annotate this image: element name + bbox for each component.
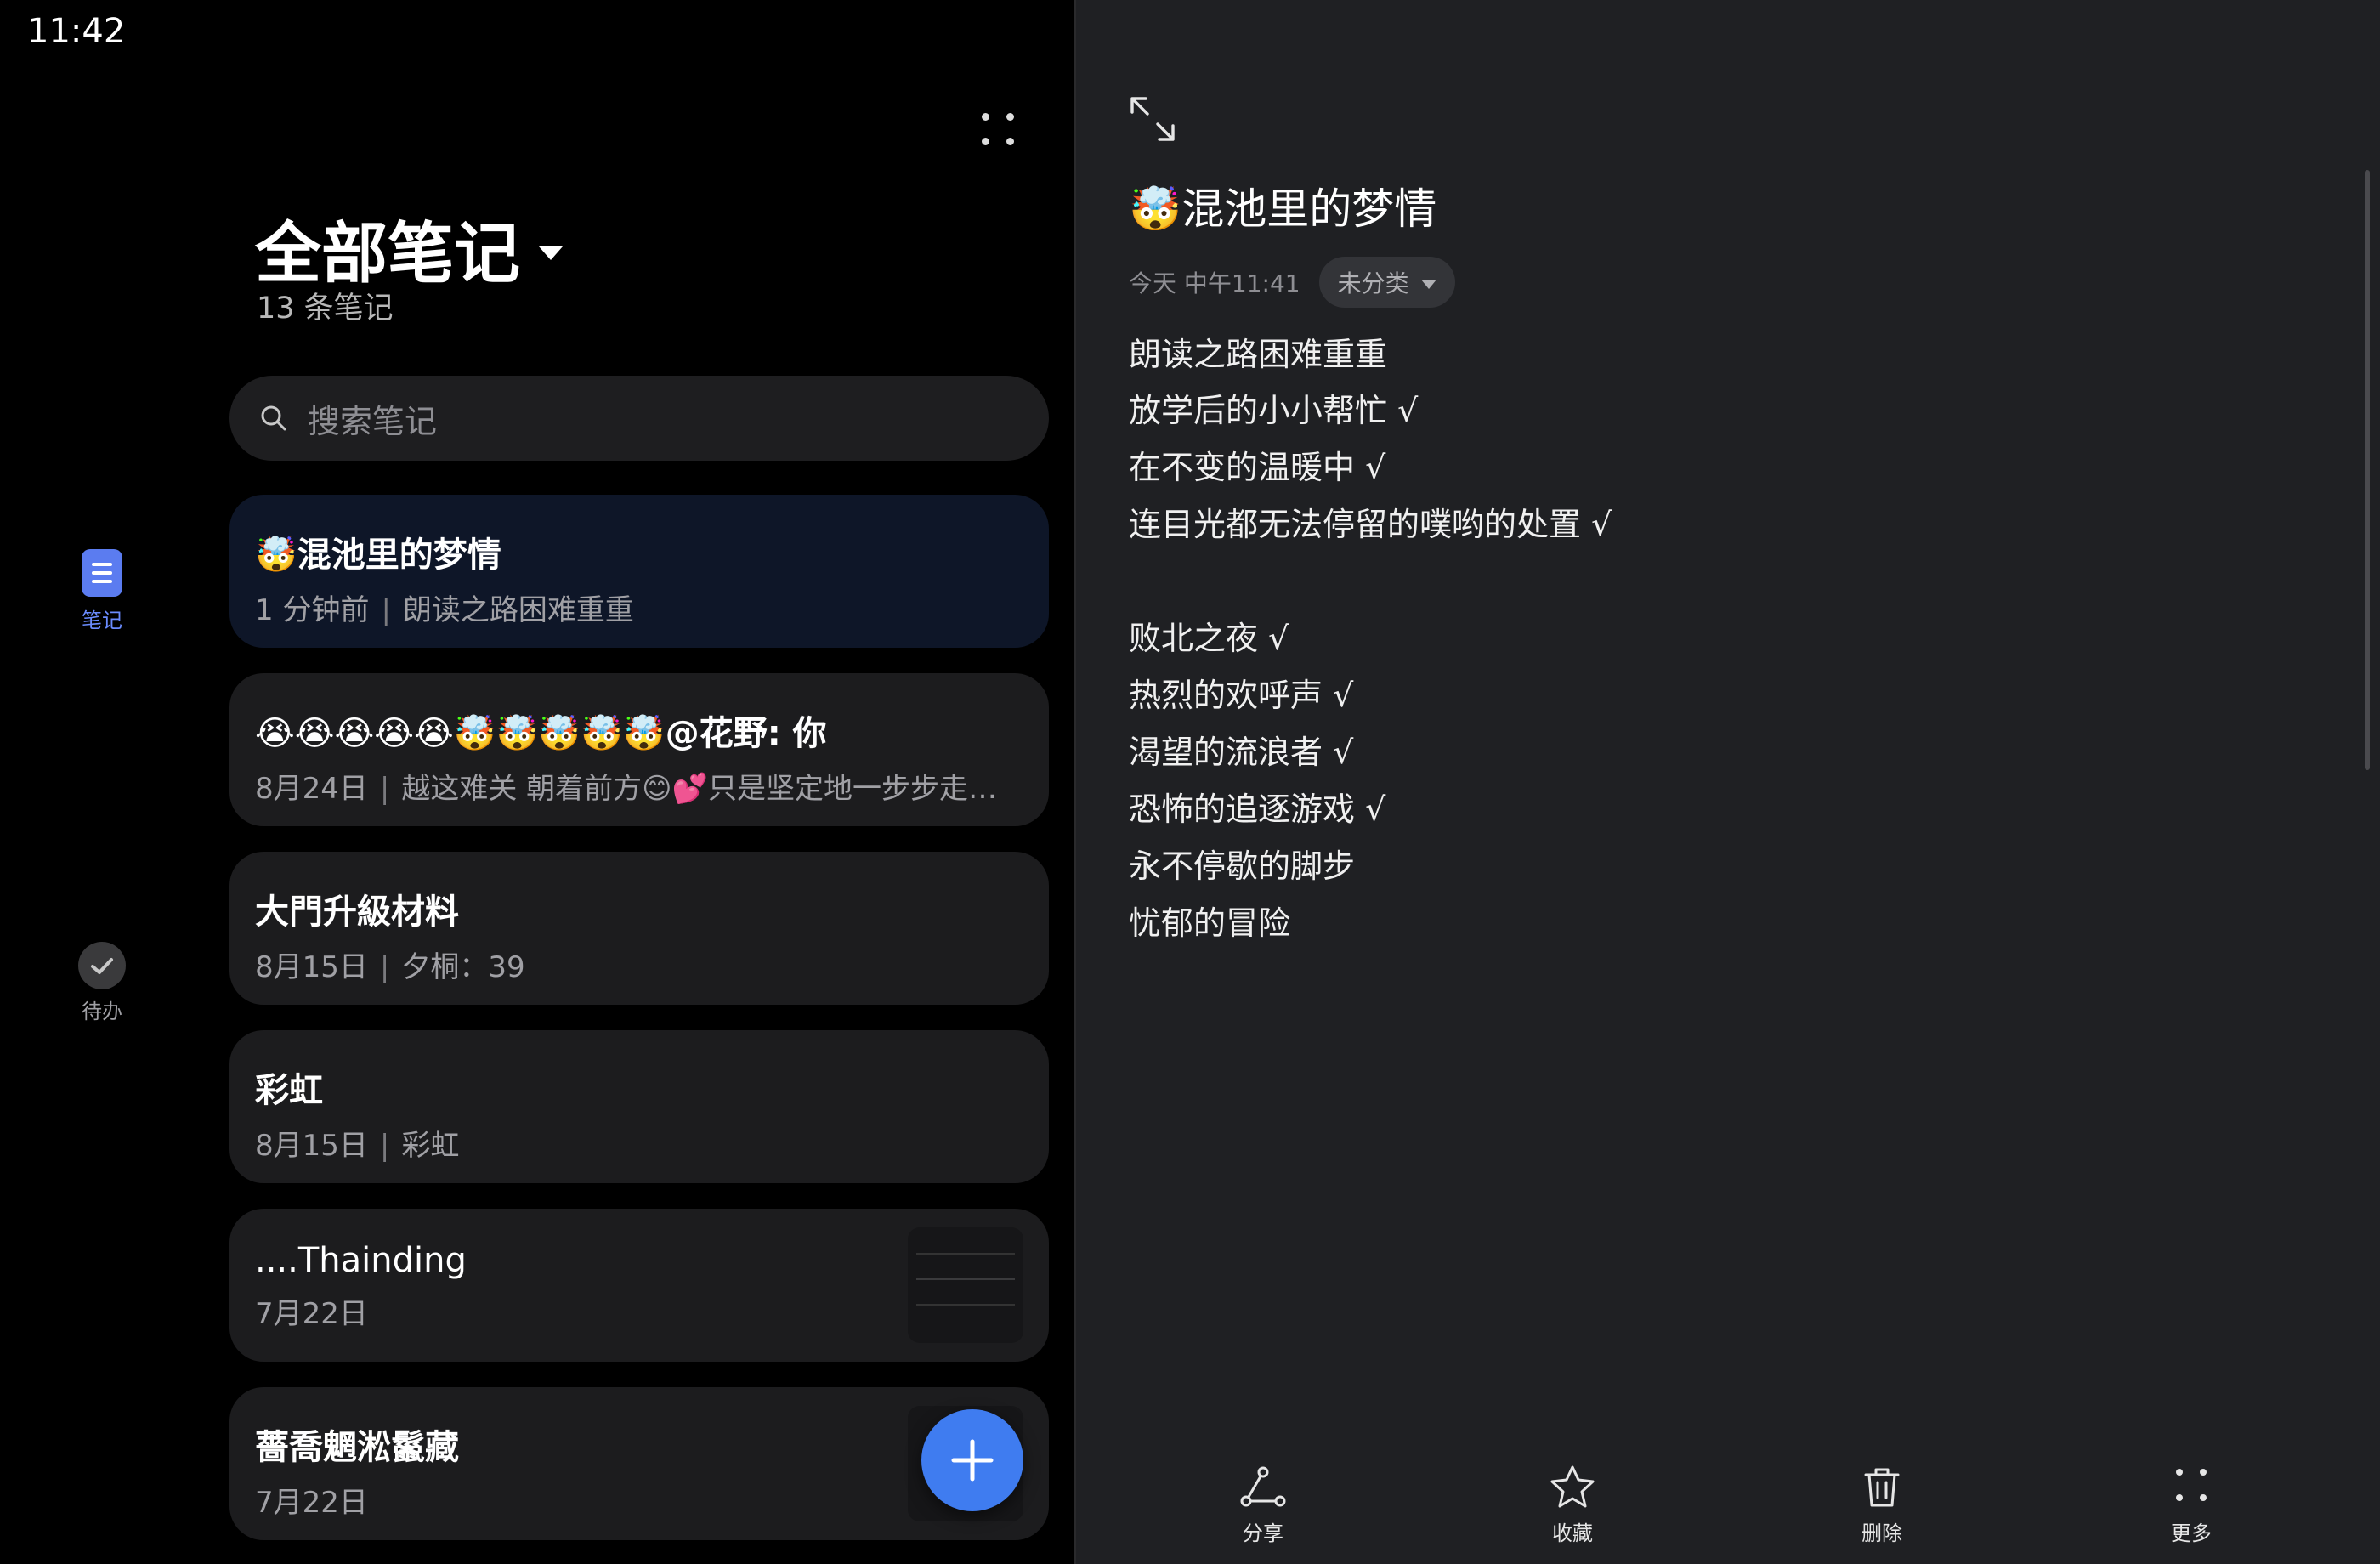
note-body-line[interactable]: 败北之夜 √ — [1129, 612, 1289, 659]
tab-notes[interactable]: 笔记 — [60, 604, 144, 633]
note-thumbnail — [908, 1227, 1023, 1343]
note-body-line[interactable]: 渴望的流浪者 √ — [1129, 726, 1353, 773]
note-title: 🤯混池里的梦情 — [255, 536, 502, 575]
note-card[interactable]: 😭😭😭😭😭🤯🤯🤯🤯🤯@花野: 你 8月24日 | 越这难关 朝着前方😊💕只是坚定地一… — [230, 673, 1049, 826]
note-body-line[interactable]: 放学后的小小帮忙 √ — [1129, 384, 1418, 431]
note-timestamp: 今天 中午11:41 — [1129, 269, 1300, 298]
category-selector[interactable]: 未分类 — [1318, 257, 1455, 308]
note-body-line[interactable]: 连目光都无法停留的噗哟的处置 √ — [1129, 498, 1612, 545]
notes-tab-icon[interactable] — [82, 549, 122, 597]
note-body-line[interactable]: 在不变的温暖中 √ — [1129, 441, 1386, 488]
tab-todo[interactable]: 待办 — [60, 994, 144, 1024]
category-label: 未分类 — [1337, 269, 1409, 298]
note-meta: 8月15日 | 彩虹 — [255, 1129, 460, 1163]
note-title: 大門升級材料 — [255, 892, 459, 932]
scrollbar[interactable] — [2365, 170, 2370, 770]
plus-icon — [951, 1439, 994, 1482]
star-icon — [1550, 1465, 1595, 1508]
note-meta: 1 分钟前 | 朗读之路困难重重 — [255, 593, 634, 627]
delete-button[interactable]: 删除 — [1822, 1464, 1941, 1546]
more-label: 更多 — [2171, 1522, 2212, 1545]
note-body-line[interactable]: 忧郁的冒险 — [1129, 897, 1290, 944]
note-card[interactable]: 大門升級材料 8月15日 | 夕桐：39 — [230, 852, 1049, 1005]
note-meta: 8月15日 | 夕桐：39 — [255, 950, 525, 984]
search-icon — [261, 405, 286, 431]
note-meta-row: 今天 中午11:41 未分类 — [1129, 257, 1455, 308]
search-input[interactable]: 搜索笔记 — [230, 376, 1049, 461]
note-card[interactable]: 彩虹 8月15日 | 彩虹 — [230, 1030, 1049, 1183]
favorite-label: 收藏 — [1552, 1522, 1593, 1545]
share-icon — [1240, 1466, 1286, 1507]
expand-icon[interactable] — [1129, 95, 1176, 143]
note-title-heading[interactable]: 🤯混池里的梦情 — [1129, 175, 1436, 236]
note-meta: 8月24日 | 越这难关 朝着前方😊💕只是坚定地一步步走… — [255, 772, 997, 806]
note-count: 13 条笔记 — [257, 292, 394, 326]
note-body-line[interactable]: 热烈的欢呼声 √ — [1129, 669, 1353, 716]
search-placeholder: 搜索笔记 — [308, 402, 438, 440]
chevron-down-icon — [1420, 279, 1436, 289]
trash-icon — [1864, 1468, 1900, 1507]
folder-selector[interactable]: 全部笔记 — [255, 201, 564, 296]
note-body-line[interactable]: 恐怖的追逐游戏 √ — [1129, 783, 1386, 830]
note-card[interactable]: ....Thainding 7月22日 — [230, 1209, 1049, 1362]
share-label: 分享 — [1243, 1522, 1284, 1545]
favorite-button[interactable]: 收藏 — [1513, 1464, 1632, 1546]
note-card-selected[interactable]: 🤯混池里的梦情 1 分钟前 | 朗读之路困难重重 — [230, 495, 1049, 648]
add-note-button[interactable] — [921, 1409, 1023, 1511]
note-title: 彩虹 — [255, 1071, 323, 1110]
more-dots-icon — [2176, 1469, 2207, 1501]
todo-tab-icon[interactable] — [78, 942, 126, 989]
note-body-line[interactable]: 朗读之路困难重重 — [1129, 328, 1387, 375]
status-time: 11:42 — [27, 12, 126, 51]
page-title: 全部笔记 — [255, 216, 521, 292]
delete-label: 删除 — [1862, 1522, 1902, 1545]
more-button[interactable]: 更多 — [2132, 1464, 2251, 1546]
share-button[interactable]: 分享 — [1204, 1464, 1323, 1546]
chevron-down-icon — [539, 246, 564, 260]
note-body-line[interactable]: 永不停歇的脚步 — [1129, 840, 1355, 887]
note-title: 😭😭😭😭😭🤯🤯🤯🤯🤯@花野: 你 — [255, 714, 827, 753]
more-options-icon[interactable] — [978, 109, 1020, 151]
